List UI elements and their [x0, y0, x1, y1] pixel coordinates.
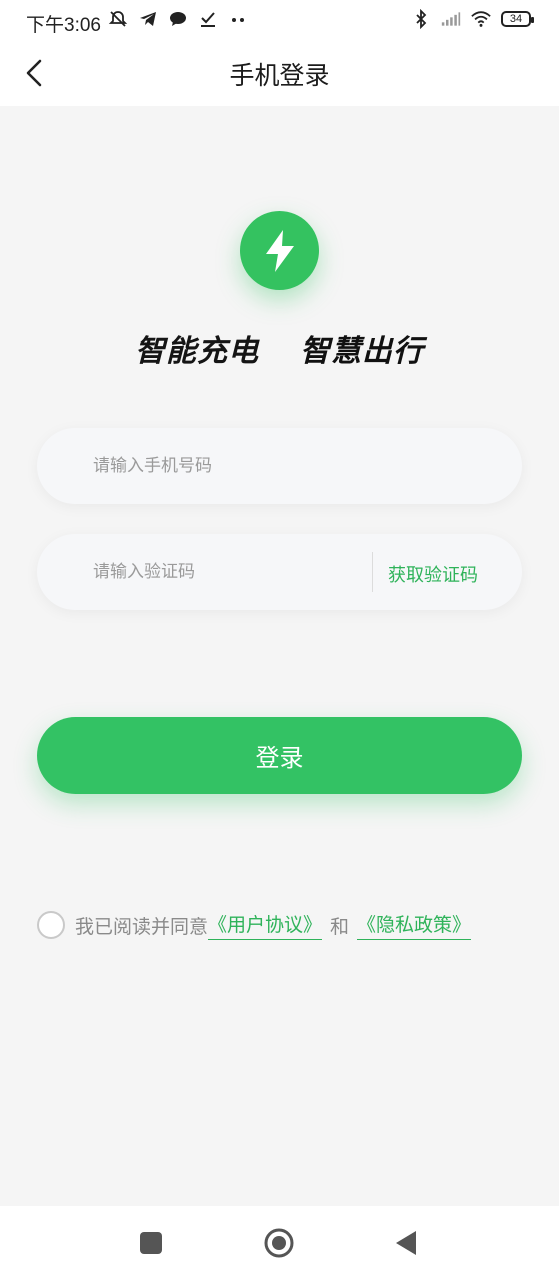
- agreement-prefix: 我已阅读并同意: [75, 915, 209, 938]
- login-button[interactable]: 登录: [37, 717, 522, 794]
- system-back-button[interactable]: [389, 1226, 423, 1260]
- chat-icon: [168, 9, 188, 29]
- slogan: 智能充电 智慧出行: [0, 326, 559, 370]
- check-icon: [198, 9, 218, 29]
- square-icon: [140, 1232, 162, 1254]
- lightning-icon: [265, 229, 294, 272]
- bluetooth-icon: [411, 9, 431, 29]
- app-logo: [240, 211, 319, 290]
- status-right-icons: 34: [411, 9, 534, 29]
- more-dots-icon: [228, 9, 248, 29]
- code-input[interactable]: [93, 534, 353, 610]
- system-nav-bar: [0, 1206, 559, 1280]
- slogan-part1: 智能充电: [135, 334, 260, 369]
- phone-input[interactable]: [93, 428, 353, 504]
- signal-icon: [441, 9, 461, 29]
- telegram-icon: [138, 9, 158, 29]
- get-code-button[interactable]: 获取验证码: [388, 561, 478, 587]
- home-circle-icon: [264, 1228, 294, 1258]
- agree-checkbox[interactable]: [37, 911, 65, 939]
- page-title: 手机登录: [229, 61, 330, 90]
- status-bar: 下午3:06 34: [0, 0, 559, 42]
- wifi-icon: [471, 9, 491, 29]
- privacy-policy-link[interactable]: 《隐私政策》: [357, 910, 472, 940]
- code-divider: [372, 552, 373, 592]
- agreement-and: 和: [330, 915, 350, 938]
- code-field: 获取验证码: [37, 534, 522, 610]
- user-agreement-link[interactable]: 《用户协议》: [208, 910, 323, 940]
- home-button[interactable]: [262, 1226, 296, 1260]
- battery-icon: 34: [501, 11, 534, 27]
- recent-apps-button[interactable]: [134, 1226, 168, 1260]
- nav-bar: 手机登录: [0, 42, 559, 106]
- status-time: 下午3:06: [26, 15, 101, 36]
- agreement-row: 我已阅读并同意 《用户协议》 和 《隐私政策》: [37, 907, 472, 943]
- triangle-back-icon: [396, 1231, 416, 1255]
- mute-icon: [108, 9, 128, 29]
- status-left-icons: [108, 9, 248, 29]
- phone-field: [37, 428, 522, 504]
- slogan-part2: 智慧出行: [299, 334, 424, 369]
